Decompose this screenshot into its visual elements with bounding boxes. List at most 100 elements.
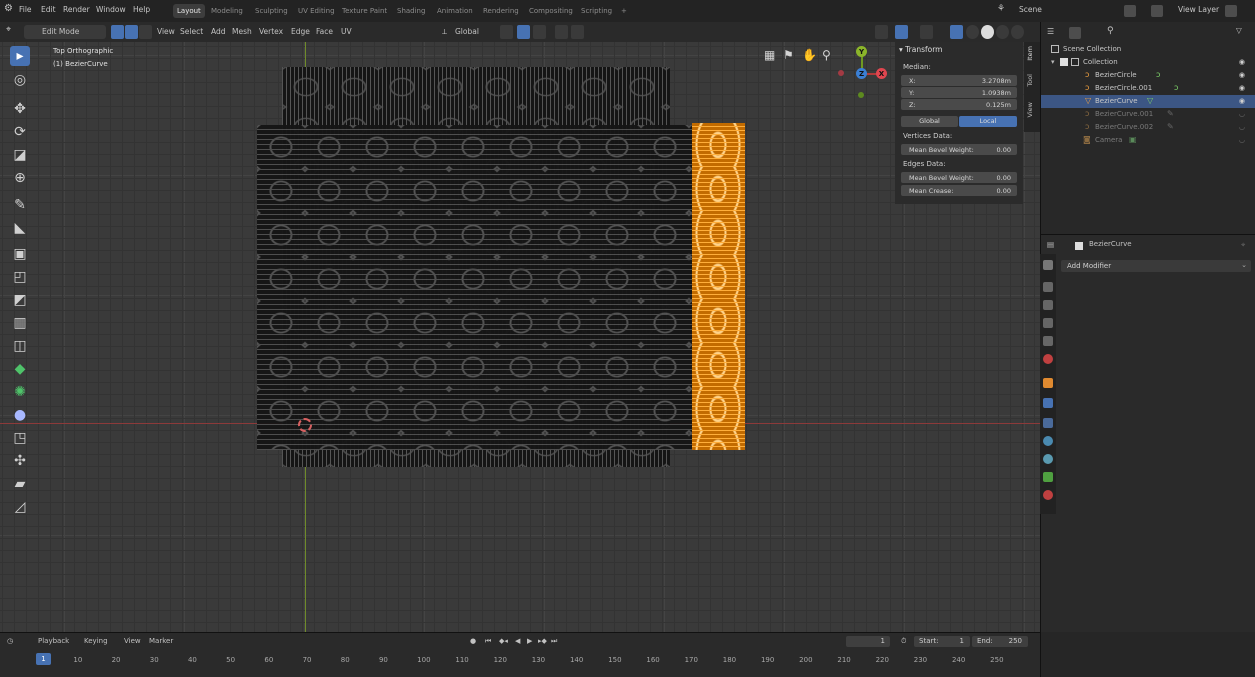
scene-icon[interactable]: ⚘ <box>997 4 1005 14</box>
menu-uv[interactable]: UV <box>341 27 352 36</box>
view-layer-icon[interactable] <box>1151 5 1163 17</box>
inset-icon[interactable]: ◰ <box>10 267 30 287</box>
next-keyframe-icon[interactable]: ▸◆ <box>538 637 547 645</box>
checkbox-icon[interactable] <box>1060 58 1068 66</box>
menu-keying[interactable]: Keying <box>84 637 108 645</box>
mean-crease-field[interactable]: Mean Crease: 0.00 <box>901 185 1017 196</box>
outliner-item[interactable]: ↄ BezierCurve.001 ✎ ◡ <box>1041 108 1255 121</box>
tab-tool[interactable]: Tool <box>1026 74 1038 87</box>
pin-icon[interactable]: ⌖ <box>1241 240 1245 250</box>
transform-icon[interactable]: ⊕ <box>10 168 30 188</box>
menu-mesh[interactable]: Mesh <box>232 27 252 36</box>
camera-view-icon[interactable]: ⚑ <box>783 48 794 62</box>
outliner-item[interactable]: ◙ Camera ▣ ◡ <box>1041 134 1255 147</box>
proportional-edit-button[interactable] <box>555 25 568 39</box>
scene-collection-row[interactable]: Scene Collection <box>1041 43 1255 56</box>
edge-slide-icon[interactable]: ◳ <box>10 428 30 448</box>
zoom-icon[interactable]: ⚲ <box>822 48 831 62</box>
gizmo-toggle-button[interactable] <box>895 25 908 39</box>
menu-playback[interactable]: Playback <box>38 637 69 645</box>
vertex-select-button[interactable] <box>111 25 124 39</box>
menu-vertex[interactable]: Vertex <box>259 27 283 36</box>
modifiers-tab-icon[interactable] <box>1043 398 1053 408</box>
hidden-eye-icon[interactable]: ◡ <box>1239 136 1245 144</box>
material-tab-icon[interactable] <box>1043 490 1053 500</box>
hidden-eye-icon[interactable]: ◡ <box>1239 110 1245 118</box>
transform-header[interactable]: ▾ Transform <box>899 45 942 54</box>
hidden-eye-icon[interactable]: ◡ <box>1239 123 1245 131</box>
jump-end-icon[interactable]: ⏭ <box>551 637 557 646</box>
tab-modeling[interactable]: Modeling <box>207 4 247 18</box>
particles-tab-icon[interactable] <box>1043 418 1053 428</box>
output-tab-icon[interactable] <box>1043 300 1053 310</box>
overlay-toggle-button[interactable] <box>920 25 933 39</box>
frame-cursor[interactable]: 1 <box>36 653 51 665</box>
timeline-editor-type-icon[interactable]: ◷ <box>7 637 13 645</box>
global-toggle[interactable]: Global <box>901 116 958 127</box>
scene-name[interactable]: Scene <box>1019 5 1042 14</box>
object-tab-icon[interactable] <box>1043 378 1053 388</box>
tab-shading[interactable]: Shading <box>393 4 429 18</box>
cursor-icon[interactable]: ◎ <box>10 70 30 90</box>
snap-button[interactable] <box>517 25 530 39</box>
shading-solid-button[interactable] <box>981 25 994 39</box>
woven-mesh-body[interactable] <box>257 125 697 450</box>
tab-item[interactable]: Item <box>1026 46 1038 61</box>
tab-compositing[interactable]: Compositing <box>525 4 577 18</box>
move-icon[interactable]: ✥ <box>10 99 30 119</box>
tab-rendering[interactable]: Rendering <box>479 4 523 18</box>
menu-timeline-view[interactable]: View <box>124 637 141 645</box>
eye-icon[interactable]: ◉ <box>1239 84 1245 92</box>
outliner-item[interactable]: ↄ BezierCircle ↄ ◉ <box>1041 69 1255 82</box>
visibility-button[interactable] <box>875 25 888 39</box>
expand-icon[interactable]: ▾ <box>1051 58 1055 66</box>
falloff-button[interactable] <box>571 25 584 39</box>
xray-toggle-button[interactable] <box>950 25 963 39</box>
menu-render[interactable]: Render <box>63 5 90 14</box>
knife-icon[interactable]: ◫ <box>10 336 30 356</box>
annotate-icon[interactable]: ✎ <box>10 195 30 215</box>
face-select-button[interactable] <box>139 25 152 39</box>
edge-mean-bevel-weight-field[interactable]: Mean Bevel Weight: 0.00 <box>901 172 1017 183</box>
3d-cursor-icon[interactable] <box>298 418 312 432</box>
local-toggle[interactable]: Local <box>959 116 1017 127</box>
gizmo-neg-y-icon[interactable] <box>858 92 864 98</box>
outliner-filter-icon[interactable]: ▽ <box>1236 26 1242 35</box>
menu-help[interactable]: Help <box>133 5 150 14</box>
scale-icon[interactable]: ◪ <box>10 145 30 165</box>
shrink-fatten-icon[interactable]: ✣ <box>10 451 30 471</box>
eye-icon[interactable]: ◉ <box>1239 97 1245 105</box>
poly-build-icon[interactable]: ◆ <box>10 359 30 379</box>
tab-view[interactable]: View <box>1026 102 1038 117</box>
view-layer-browse-icon[interactable] <box>1225 5 1237 17</box>
render-tab-icon[interactable] <box>1043 282 1053 292</box>
menu-select[interactable]: Select <box>180 27 203 36</box>
gizmo-x-icon[interactable]: X <box>876 68 887 79</box>
eye-icon[interactable]: ◉ <box>1239 58 1245 66</box>
properties-editor-type-icon[interactable]: ▤ <box>1047 240 1054 249</box>
tab-sculpting[interactable]: Sculpting <box>251 4 292 18</box>
menu-file[interactable]: File <box>19 5 32 14</box>
tab-scripting[interactable]: Scripting <box>577 4 616 18</box>
outliner-filter-type-icon[interactable] <box>1069 27 1081 39</box>
median-x-field[interactable]: X: 3.2708m <box>901 75 1017 86</box>
scene-browse-icon[interactable] <box>1124 5 1136 17</box>
play-reverse-icon[interactable]: ◀ <box>515 637 520 645</box>
mode-selector[interactable]: Edit Mode <box>24 25 106 39</box>
tab-texture-paint[interactable]: Texture Paint <box>338 4 391 18</box>
menu-add[interactable]: Add <box>211 27 226 36</box>
view-layer-name[interactable]: View Layer <box>1178 5 1219 14</box>
toggle-camera-view-icon[interactable]: ▦ <box>764 48 775 62</box>
editor-type-icon[interactable]: ⌖ <box>6 25 11 35</box>
shading-material-button[interactable] <box>996 25 1009 39</box>
scene-tab-icon[interactable] <box>1043 336 1053 346</box>
tool-tab-icon[interactable] <box>1043 260 1053 270</box>
shear-icon[interactable]: ▰ <box>10 474 30 494</box>
selected-bezier-curve-mesh[interactable] <box>692 123 745 450</box>
prev-keyframe-icon[interactable]: ◆◂ <box>499 637 508 645</box>
world-tab-icon[interactable] <box>1043 354 1053 364</box>
constraints-tab-icon[interactable] <box>1043 454 1053 464</box>
outliner-item[interactable]: ↄ BezierCurve.002 ✎ ◡ <box>1041 121 1255 134</box>
play-icon[interactable]: ▶ <box>527 637 532 645</box>
stopwatch-icon[interactable]: ⏱ <box>901 637 906 646</box>
